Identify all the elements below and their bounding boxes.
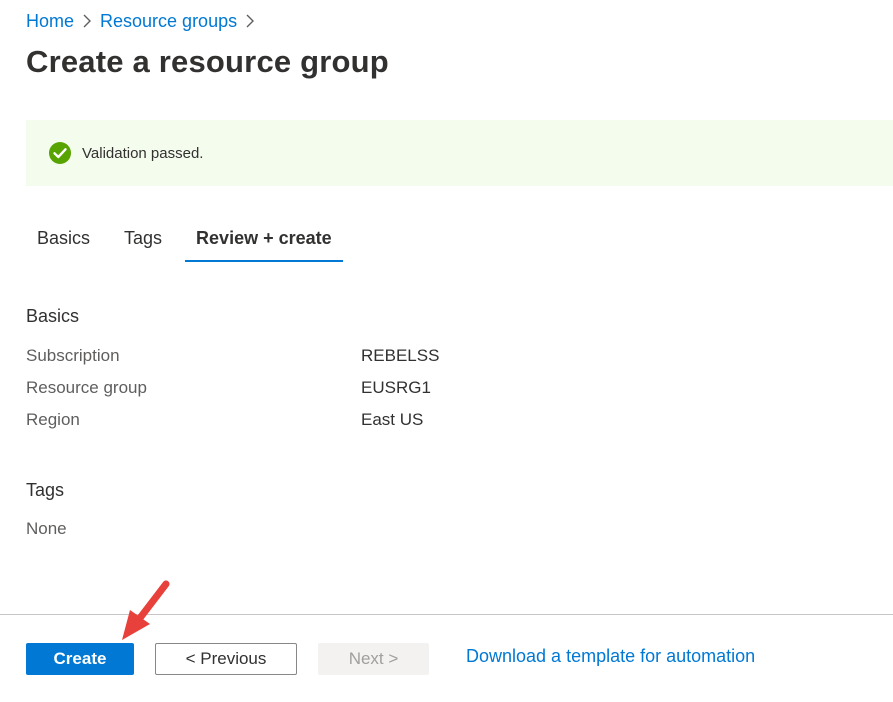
summary-value: East US [361,410,424,429]
tags-section-heading: Tags [26,480,65,500]
basics-section-heading: Basics [26,306,80,326]
summary-row-resource-group: Resource group EUSRG1 [26,378,431,402]
footer-divider [0,614,893,615]
summary-label: Resource group [26,378,147,397]
breadcrumb-resource-groups-link[interactable]: Resource groups [100,11,237,32]
chevron-right-icon [237,9,263,33]
checkmark-circle-icon [49,142,71,164]
create-button[interactable]: Create [26,643,134,675]
tab-bar: Basics Tags Review + create [26,222,343,264]
page: Home Resource groups Create a resource g… [0,0,893,702]
breadcrumb: Home Resource groups [26,9,263,33]
summary-label: Subscription [26,346,120,365]
summary-label: Region [26,410,80,429]
annotation-arrow-icon [122,580,170,640]
next-button: Next > [318,643,429,675]
tab-review-create[interactable]: Review + create [185,222,343,262]
breadcrumb-home-link[interactable]: Home [26,11,74,32]
download-template-link[interactable]: Download a template for automation [466,646,755,667]
tab-tags[interactable]: Tags [113,222,173,262]
validation-message: Validation passed. [82,144,204,162]
page-title: Create a resource group [26,44,389,79]
summary-value: EUSRG1 [361,378,431,397]
summary-row-region: Region East US [26,410,423,434]
tags-value: None [26,519,67,538]
chevron-right-icon [74,9,100,33]
previous-button[interactable]: < Previous [155,643,297,675]
summary-value: REBELSS [361,346,440,365]
validation-banner: Validation passed. [26,120,893,186]
tab-basics[interactable]: Basics [26,222,101,262]
summary-row-subscription: Subscription REBELSS [26,346,439,370]
